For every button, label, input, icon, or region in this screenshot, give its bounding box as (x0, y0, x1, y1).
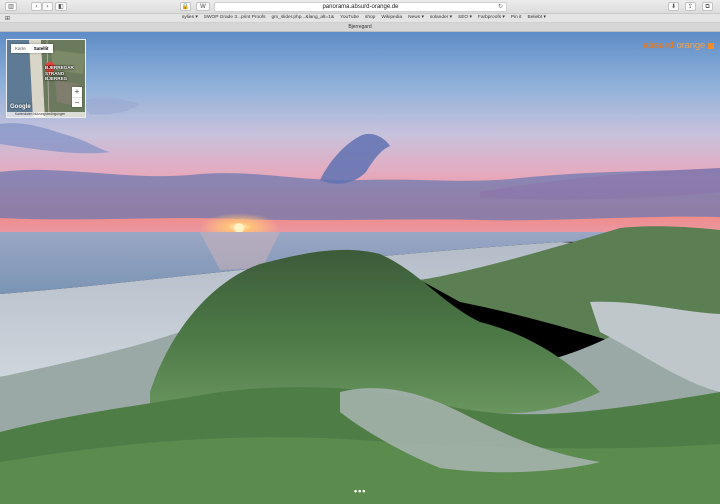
top-sites-icon[interactable]: ⊞ (5, 15, 10, 22)
zoom-out-button[interactable]: − (72, 97, 82, 107)
bookmark-item[interactable]: solander ▾ (430, 15, 452, 20)
brand-part-1: absurd (643, 40, 674, 51)
map-footer[interactable]: Kartendaten Nutzungsbedingungen (7, 112, 85, 117)
sidebar-toggle-icon[interactable]: ▥ (5, 2, 17, 11)
bookmark-item[interactable]: SWOP Grade 3...print Proofs (204, 15, 266, 20)
downloads-icon[interactable]: ⬇ (668, 2, 679, 11)
bookmark-item[interactable]: Farbproofs ▾ (478, 15, 505, 20)
google-logo[interactable]: Google (10, 104, 31, 110)
bookmark-item[interactable]: shop (365, 15, 375, 20)
bookmark-item[interactable]: Wikipedia (381, 15, 402, 20)
panorama-viewer[interactable] (0, 32, 720, 504)
reader-button[interactable]: W (196, 2, 210, 11)
map-type-tabs: Karte Satellit (11, 44, 53, 53)
sidebar-button[interactable]: ◧ (55, 2, 67, 11)
address-bar[interactable]: panorama.absurd-orange.de ↻ (214, 2, 507, 12)
bookmark-item[interactable]: SEO ▾ (458, 15, 472, 20)
zoom-in-button[interactable]: + (72, 87, 82, 97)
browser-toolbar: ▥ ‹ › ◧ 🔒 W panorama.absurd-orange.de ↻ … (0, 0, 720, 14)
brand-square-icon (708, 42, 714, 49)
bookmark-item[interactable]: News ▾ (408, 15, 424, 20)
tab-bar: Bjerregard (0, 23, 720, 32)
forward-button[interactable]: › (42, 2, 53, 11)
back-button[interactable]: ‹ (31, 2, 42, 11)
bookmark-item[interactable]: Beliebt ▾ (528, 15, 546, 20)
tab-map[interactable]: Karte (11, 44, 30, 53)
place-label-line: BJERREGAR (45, 65, 74, 70)
bookmark-item[interactable]: gm_slider.php...&lang_alt=1& (272, 15, 335, 20)
place-label-line: BJERREG (45, 76, 68, 81)
bookmark-item[interactable]: YouTube (340, 15, 359, 20)
location-map[interactable]: Karte Satellit BJERREGAR STRAND BJERREG … (6, 39, 86, 118)
more-options-icon[interactable]: ••• (354, 486, 366, 496)
share-icon[interactable]: ⇪ (685, 2, 696, 11)
brand-part-2: orange (676, 40, 706, 51)
bookmark-item[interactable]: Pin it (511, 15, 522, 20)
tab-title[interactable]: Bjerregard (348, 24, 371, 30)
lock-icon[interactable]: 🔒 (180, 2, 191, 11)
panorama-image[interactable] (0, 32, 720, 504)
map-place-label: BJERREGAR STRAND BJERREG (45, 65, 74, 82)
bookmarks-bar: ⊞ sylies ▾ SWOP Grade 3...print Proofs g… (0, 14, 720, 23)
brand-logo[interactable]: absurd orange (643, 40, 714, 51)
bookmark-list: sylies ▾ SWOP Grade 3...print Proofs gm_… (182, 15, 546, 20)
tab-satellite[interactable]: Satellit (30, 44, 53, 53)
tabs-overview-icon[interactable]: ⧉ (702, 2, 713, 11)
bookmark-item[interactable]: sylies ▾ (182, 15, 198, 20)
map-zoom-control: + − (72, 87, 82, 107)
reload-icon[interactable]: ↻ (498, 3, 503, 10)
url-text: panorama.absurd-orange.de (322, 4, 399, 10)
